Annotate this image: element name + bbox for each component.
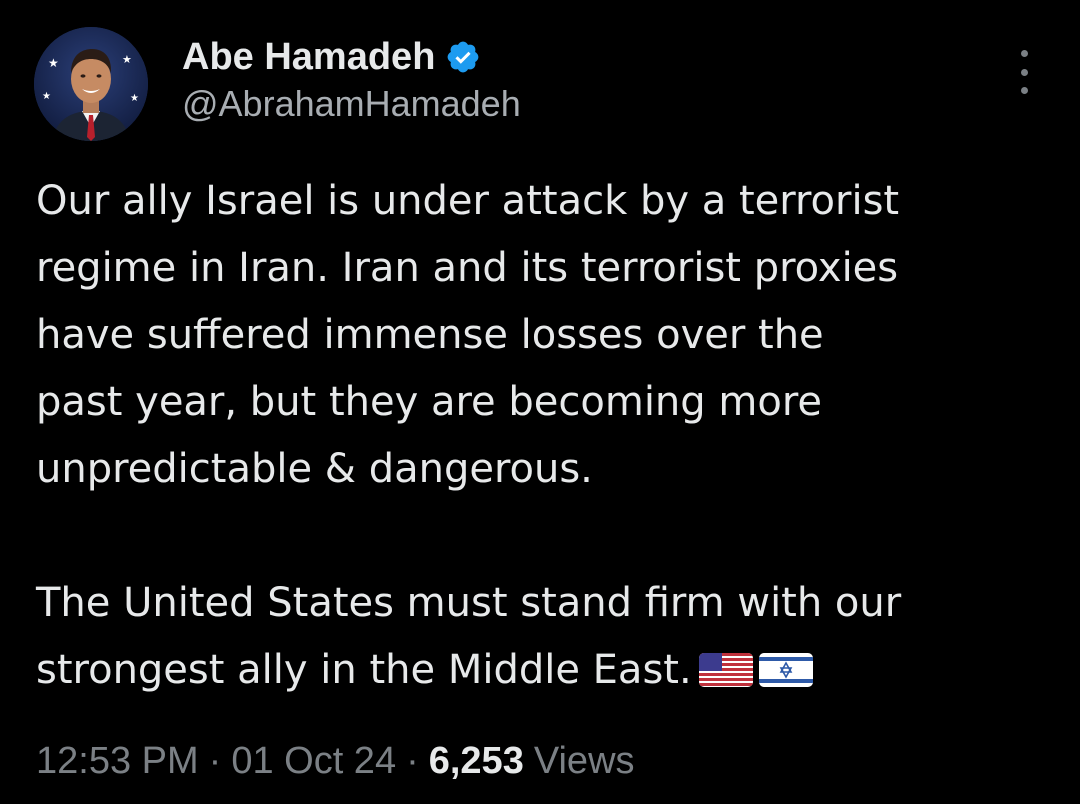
more-vertical-icon-dot — [1020, 50, 1028, 57]
avatar[interactable]: ★ ★ ★ ★ — [34, 27, 148, 141]
israel-flag-icon — [758, 653, 813, 687]
more-options-button[interactable] — [1008, 50, 1040, 94]
svg-text:★: ★ — [122, 53, 132, 66]
tweet-paragraph-1: Our ally Israel is under attack by a ter… — [36, 178, 900, 492]
avatar-image: ★ ★ ★ ★ — [34, 27, 148, 141]
verified-badge-icon — [448, 41, 479, 73]
tweet-date[interactable]: 01 Oct 24 — [231, 740, 396, 783]
more-vertical-icon-dot — [1020, 87, 1028, 94]
views-label[interactable]: Views — [534, 740, 635, 783]
svg-text:★: ★ — [48, 56, 59, 70]
more-vertical-icon-dot — [1020, 68, 1028, 76]
tweet-text: Our ally Israel is under attack by a ter… — [36, 168, 1056, 704]
tweet-meta: 12:53 PM · 01 Oct 24 · 6,253 Views — [36, 738, 635, 784]
us-flag-icon — [698, 653, 753, 687]
meta-separator: · — [208, 739, 222, 782]
tweet-paragraph-2-wrap: The United States must stand firm with o… — [36, 570, 1056, 704]
tweet-card: ★ ★ ★ ★ Abe Hamadeh @AbrahamHamadeh Our … — [0, 0, 1080, 804]
paragraph-spacer — [36, 503, 1056, 570]
meta-separator: · — [406, 739, 419, 782]
display-name[interactable]: Abe Hamadeh — [182, 36, 435, 79]
svg-text:★: ★ — [42, 91, 51, 102]
handle[interactable]: @AbrahamHamadeh — [182, 83, 521, 125]
svg-text:★: ★ — [130, 93, 139, 104]
views-count[interactable]: 6,253 — [429, 740, 524, 783]
author-name-row[interactable]: Abe Hamadeh — [182, 34, 481, 80]
tweet-time[interactable]: 12:53 PM — [36, 740, 199, 783]
